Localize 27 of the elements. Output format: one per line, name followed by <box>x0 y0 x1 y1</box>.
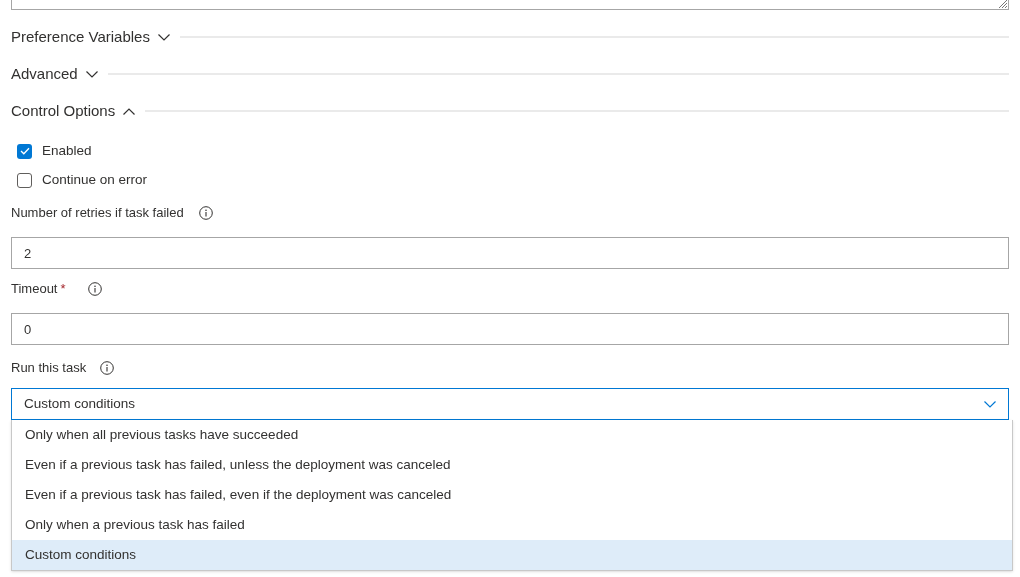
field-label: Timeout <box>11 280 58 299</box>
checkbox-label: Continue on error <box>42 170 148 189</box>
section-toggle[interactable]: Preference Variables <box>11 25 170 49</box>
checkbox-label: Enabled <box>42 141 92 160</box>
text-input[interactable]: 0 <box>11 313 1009 345</box>
chevron-icon <box>85 70 98 78</box>
info-icon[interactable] <box>87 282 102 296</box>
checkbox[interactable] <box>17 143 32 159</box>
dropdown-option[interactable]: Even if a previous task has failed, unless the deployment was canceled <box>12 450 1012 480</box>
section-toggle[interactable]: Advanced <box>11 62 98 86</box>
field-label: Number of retries if task failed <box>11 204 184 223</box>
dropdown[interactable]: Custom conditions <box>11 388 1009 420</box>
section-toggle[interactable]: Control Options <box>11 99 136 123</box>
dropdown-option[interactable]: Only when a previous task has failed <box>12 510 1012 540</box>
field-label: Run this task <box>11 359 87 378</box>
chevron-icon <box>123 107 136 115</box>
dropdown-option[interactable]: Even if a previous task has failed, even if the deployment was canceled <box>12 480 1012 510</box>
info-icon[interactable] <box>198 206 213 220</box>
dropdown-option[interactable]: Only when all previous tasks have succeeded <box>12 420 1012 450</box>
resize-grip-icon[interactable] <box>999 0 1007 8</box>
info-icon[interactable] <box>100 361 115 375</box>
chevron-icon <box>157 33 170 41</box>
chevron-icon <box>984 400 996 408</box>
checkbox[interactable] <box>17 172 32 188</box>
text-input[interactable]: 2 <box>11 237 1009 269</box>
dropdown-option[interactable]: Custom conditions <box>12 540 1012 570</box>
required-mark: * <box>60 280 66 299</box>
